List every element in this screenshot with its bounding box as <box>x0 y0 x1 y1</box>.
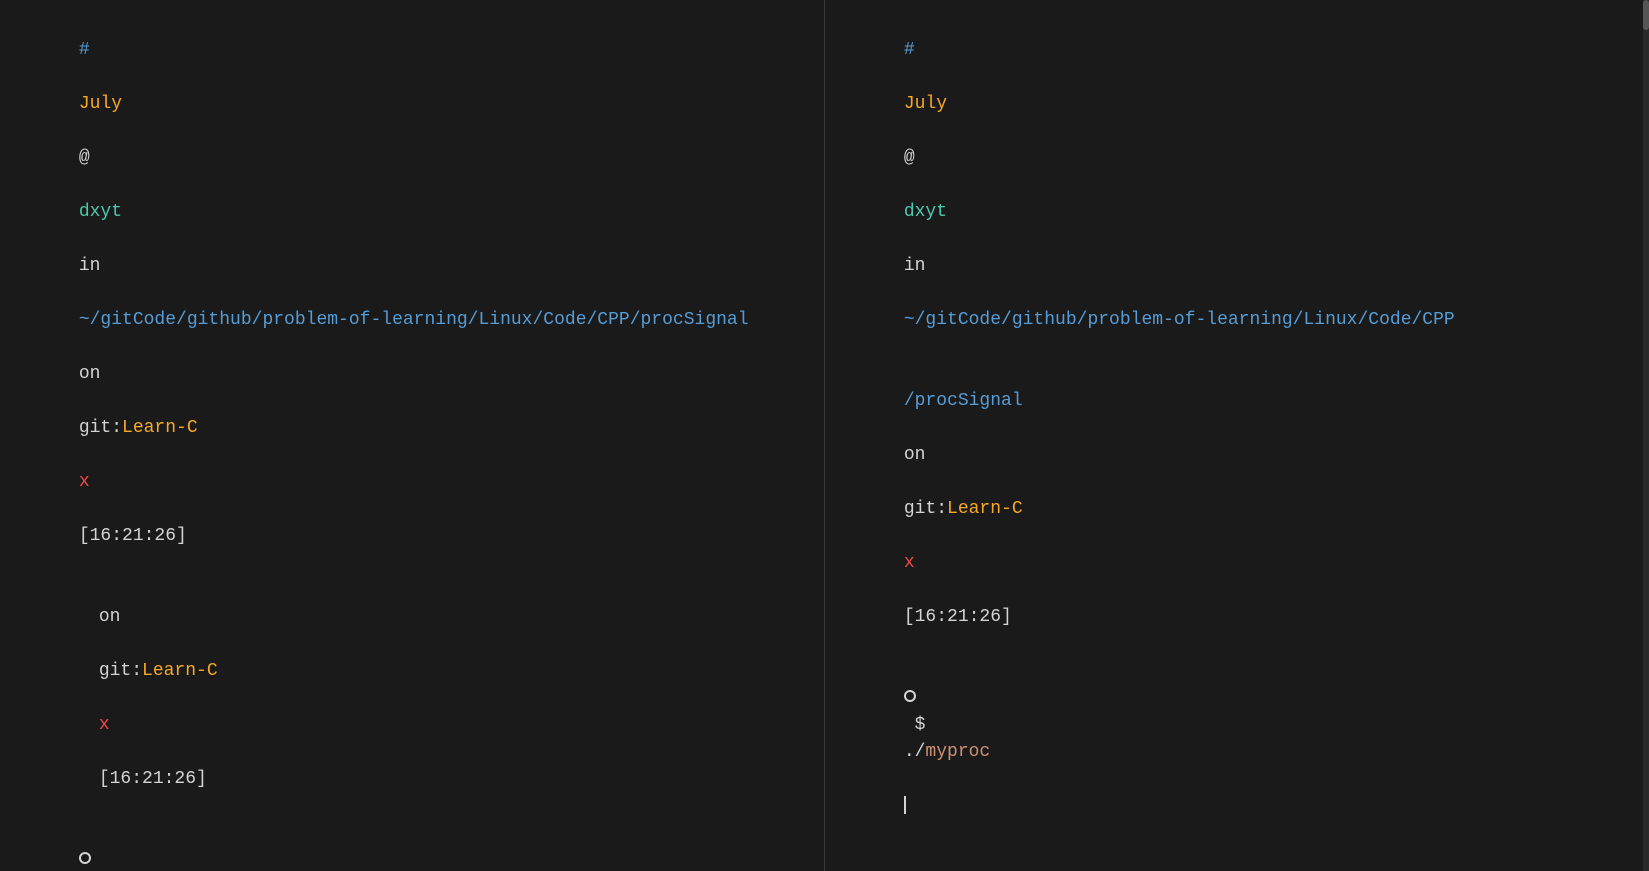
left-x: x <box>79 472 90 492</box>
right-git-label: git: <box>904 499 947 519</box>
scrollbar-thumb <box>1643 0 1649 30</box>
right-at: @ <box>904 148 915 168</box>
left-at: @ <box>79 148 90 168</box>
right-july: July <box>904 94 947 114</box>
right-info-line-2: /procSignal on git:Learn-C x [16:21:26] <box>839 361 1635 658</box>
right-circle-icon <box>904 690 916 702</box>
right-in: in <box>904 256 926 276</box>
left-time-2: [16:21:26] <box>99 769 207 789</box>
left-x-2: x <box>99 715 110 735</box>
left-branch: Learn-C <box>122 418 198 438</box>
right-info-line: # July @ dxyt in ~/gitCode/github/proble… <box>839 10 1635 361</box>
left-branch-2: Learn-C <box>142 661 218 681</box>
left-dxyt: dxyt <box>79 202 122 222</box>
left-july: July <box>79 94 122 114</box>
terminal-pane-left[interactable]: # July @ dxyt in ~/gitCode/github/proble… <box>0 0 825 871</box>
right-cursor <box>904 796 906 814</box>
left-on-2: on <box>99 607 121 627</box>
left-git-label-2: git: <box>99 661 142 681</box>
right-cmd: ./ <box>904 742 926 762</box>
right-path-2: /procSignal <box>904 391 1023 411</box>
left-in: in <box>79 256 101 276</box>
left-info-line: # July @ dxyt in ~/gitCode/github/proble… <box>14 10 810 577</box>
left-prompt-line: $ while : ; do ps axj | head -1 && ps ax… <box>14 820 810 871</box>
left-path: ~/gitCode/github/problem-of-learning/Lin… <box>79 310 749 330</box>
right-prompt-line: $ ./myproc <box>839 658 1635 847</box>
left-circle-icon <box>79 852 91 864</box>
right-on: on <box>904 445 926 465</box>
left-info-line-2: on git:Learn-C x [16:21:26] <box>14 577 810 820</box>
terminal-container: # July @ dxyt in ~/gitCode/github/proble… <box>0 0 1649 871</box>
left-on: on <box>79 364 101 384</box>
right-myproc: myproc <box>925 742 990 762</box>
right-dollar: $ <box>904 715 936 735</box>
left-hash: # <box>79 40 90 60</box>
right-x: x <box>904 553 915 573</box>
terminal-pane-right[interactable]: # July @ dxyt in ~/gitCode/github/proble… <box>825 0 1649 871</box>
left-time: [16:21:26] <box>79 526 187 546</box>
right-time: [16:21:26] <box>904 607 1012 627</box>
right-hash: # <box>904 40 915 60</box>
scrollbar[interactable] <box>1643 0 1649 871</box>
right-path: ~/gitCode/github/problem-of-learning/Lin… <box>904 310 1455 330</box>
right-branch: Learn-C <box>947 499 1023 519</box>
left-git-label: git: <box>79 418 122 438</box>
right-dxyt: dxyt <box>904 202 947 222</box>
right-space <box>904 769 915 789</box>
